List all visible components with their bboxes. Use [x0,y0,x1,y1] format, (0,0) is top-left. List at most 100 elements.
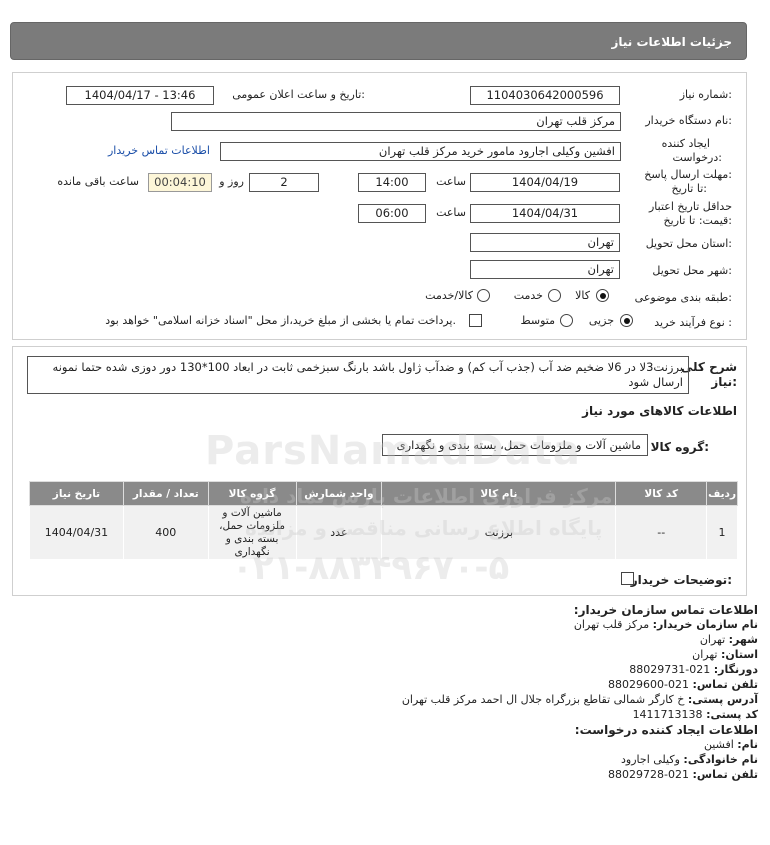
creator-first-name-line: نام: افشین [704,738,758,751]
table-row: 1 -- برزنت عدد ماشین آلات و ملزومات حمل،… [29,505,738,560]
need-number-label: شماره نیاز: [679,88,732,101]
deadline-time-label: ساعت [436,175,466,188]
cell-date: 1404/04/31 [29,505,124,560]
deadline-label-1: مهلت ارسال پاسخ: [644,168,732,181]
contact-phone-value: 021-88029600 [608,678,690,691]
creator-last-name-label: نام خانوادگی: [683,753,758,766]
contact-address-value: خ کارگر شمالی تقاطع بزرگراه جلال ال احمد… [401,693,685,706]
purchase-option-medium: متوسط [520,314,555,327]
creator-info-title: اطلاعات ایجاد کننده درخواست: [574,723,758,737]
contact-fax-line: دورنگار: 021-88029731 [629,663,758,676]
creator-first-name-value: افشین [703,738,734,751]
contact-org-label: نام سازمان خریدار: [652,618,758,631]
creator-phone-label: تلفن تماس: [692,768,758,781]
purchase-radio-medium[interactable] [560,314,573,327]
validity-time-label: ساعت [436,206,466,219]
category-option-goods-service: کالا/خدمت [425,289,473,302]
description-label-1: شرح کلی [680,360,737,374]
remaining-time-label: ساعت باقی مانده [57,175,139,188]
contact-postal-line: کد پستی: 1411713138 [633,708,758,721]
buyer-org-field: مرکز قلب تهران [171,112,621,131]
contact-address-label: آدرس پستی: [687,693,758,706]
goods-table: ردیف کد کالا نام کالا واحد شمارش گروه کا… [29,481,738,560]
col-unit: واحد شمارش [295,481,383,506]
contact-city-line: شهر: تهران [700,633,758,646]
contact-phone-line: تلفن تماس: 021-88029600 [608,678,758,691]
category-label: طبقه بندی موضوعی: [634,291,732,304]
contact-org-value: مرکز قلب تهران [573,618,650,631]
treasury-checkbox[interactable] [469,314,482,327]
contact-fax-value: 021-88029731 [629,663,711,676]
category-option-service: خدمت [513,289,543,302]
creator-first-name-label: نام: [737,738,758,751]
days-field: 2 [249,173,319,192]
deadline-date-field: 1404/04/19 [470,173,620,192]
page-header: جزئیات اطلاعات نیاز [10,22,747,60]
category-radio-goods[interactable] [596,289,609,302]
validity-label-2: قیمت: تا تاریخ: [663,214,732,227]
deadline-label-2: تا تاریخ: [671,182,707,195]
creator-phone-line: تلفن تماس: 021-88029728 [608,768,758,781]
contact-city-label: شهر: [728,633,758,646]
buyer-contact-link[interactable]: اطلاعات تماس خریدار [108,144,210,157]
description-label-2: نیاز: [711,375,737,389]
contact-title: اطلاعات تماس سازمان خریدار: [573,603,758,617]
cell-name: برزنت [381,505,617,560]
contact-province-line: استان: تهران [692,648,758,661]
page-title: جزئیات اطلاعات نیاز [611,35,732,49]
contact-city-value: تهران [699,633,726,646]
col-name: نام کالا [381,481,617,506]
delivery-city-field: تهران [470,260,620,279]
delivery-province-label: استان محل تحویل: [645,237,732,250]
deadline-time-field: 14:00 [358,173,426,192]
goods-section-title: اطلاعات کالاهای مورد نیاز [582,404,737,418]
creator-last-name-value: وکیلی اجارود [621,753,680,766]
category-option-goods: کالا [575,289,590,302]
days-label: روز و [219,175,244,188]
col-row: ردیف [706,481,738,506]
contact-address-line: آدرس پستی: خ کارگر شمالی تقاطع بزرگراه ج… [402,693,758,706]
cell-quantity: 400 [122,505,209,560]
goods-group-label: گروه کالا: [650,440,709,454]
purchase-option-minor: جزیی [588,314,614,327]
category-radio-goods-service[interactable] [477,289,490,302]
buyer-notes-checkbox[interactable] [621,572,634,585]
goods-table-header: ردیف کد کالا نام کالا واحد شمارش گروه کا… [29,481,738,506]
contact-fax-label: دورنگار: [713,663,758,676]
announce-field: 1404/04/17 - 13:46 [66,86,214,105]
cell-code: -- [615,505,708,560]
creator-label-2: درخواست: [672,151,723,164]
contact-phone-label: تلفن تماس: [692,678,758,691]
validity-label-1: حداقل تاریخ اعتبار [648,200,732,213]
cell-unit: عدد [295,505,383,560]
buyer-org-label: نام دستگاه خریدار: [645,114,732,127]
delivery-city-label: شهر محل تحویل: [652,264,732,277]
category-radio-service[interactable] [548,289,561,302]
goods-group-field: ماشین آلات و ملزومات حمل، بسته بندی و نگ… [382,434,648,456]
contact-postal-label: کد پستی: [706,708,758,721]
creator-field: افشین وکیلی اجارود مامور خرید مرکز قلب ت… [220,142,621,161]
contact-postal-value: 1411713138 [632,708,703,721]
cell-row: 1 [706,505,738,560]
need-number-field: 1104030642000596 [470,86,620,105]
col-code: کد کالا [615,481,708,506]
validity-date-field: 1404/04/31 [470,204,620,223]
buyer-notes-label: توضیحات خریدار: [630,573,732,587]
announce-label: تاریخ و ساعت اعلان عمومی: [232,88,365,101]
col-date: تاریخ نیاز [29,481,124,506]
remaining-time-counter: 00:04:10 [148,173,212,192]
contact-province-label: استان: [721,648,758,661]
treasury-note: پرداخت تمام یا بخشی از مبلغ خرید،از محل … [105,314,456,327]
contact-province-value: تهران [692,648,718,661]
col-group: گروه کالا [207,481,297,506]
validity-time-field: 06:00 [358,204,426,223]
cell-group: ماشین آلات و ملزومات حمل، بسته بندی و نگ… [207,505,297,560]
purchase-radio-minor[interactable] [620,314,633,327]
description-text: برزنت3لا در 6لا ضخیم ضد آب (جذب آب کم) و… [27,356,689,394]
delivery-province-field: تهران [470,233,620,252]
contact-org-line: نام سازمان خریدار: مرکز قلب تهران [574,618,758,631]
creator-phone-value: 021-88029728 [608,768,690,781]
purchase-type-label: نوع فرآیند خرید : [654,316,732,329]
creator-label-1: ایجاد کننده [661,137,710,150]
creator-last-name-line: نام خانوادگی: وکیلی اجارود [621,753,758,766]
